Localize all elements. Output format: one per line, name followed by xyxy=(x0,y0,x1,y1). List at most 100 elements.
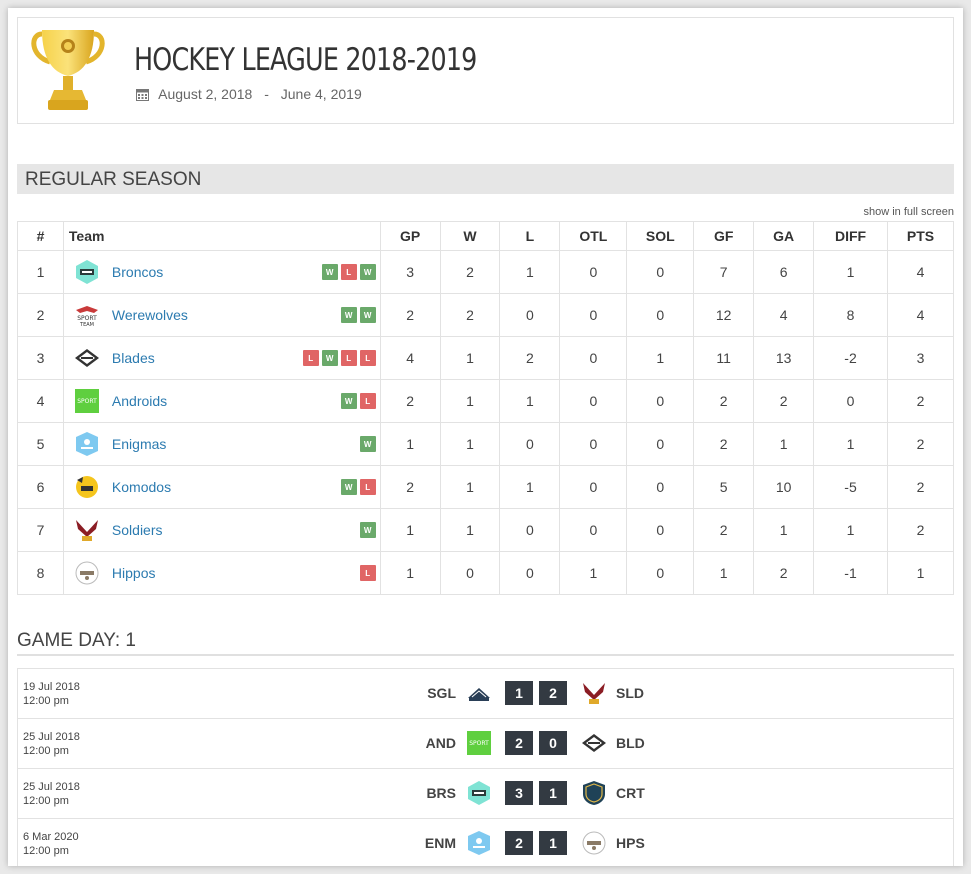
table-row: 1 Broncos W L W 3 2 1 0 0 7 6 1 4 xyxy=(17,250,955,294)
col-header: GF xyxy=(693,221,755,251)
col-header: GP xyxy=(379,221,441,251)
team-cell: Soldiers W xyxy=(62,508,381,552)
form-badge: W xyxy=(340,393,357,409)
stat-otl: 0 xyxy=(559,422,628,466)
stat-gf: 12 xyxy=(693,293,755,337)
stat-diff: 1 xyxy=(813,422,888,466)
rank-cell: 4 xyxy=(17,379,64,423)
stat-pts: 4 xyxy=(886,250,955,294)
team-logo-icon xyxy=(74,349,99,367)
rank-cell: 5 xyxy=(17,422,64,466)
rank-cell: 2 xyxy=(17,293,64,337)
league-card: HOCKEY LEAGUE 2018-2019 August 2, 2018 -… xyxy=(8,8,963,866)
stat-gf: 2 xyxy=(693,508,755,552)
stat-w: 0 xyxy=(439,551,501,595)
away-team-logo-icon xyxy=(582,734,606,752)
home-team-logo-icon xyxy=(468,781,490,805)
stat-gp: 2 xyxy=(379,293,441,337)
away-score: 1 xyxy=(539,831,567,855)
svg-text:TEAM: TEAM xyxy=(79,322,94,328)
form-badge: W xyxy=(321,350,338,366)
team-link[interactable]: Androids xyxy=(112,393,341,409)
stat-gp: 1 xyxy=(379,551,441,595)
section-title: REGULAR SEASON xyxy=(17,164,954,194)
game-date: 19 Jul 2018 xyxy=(23,681,80,693)
team-logo-icon: SPORTTEAM xyxy=(75,306,98,328)
home-team-logo-icon xyxy=(468,831,490,855)
rank-cell: 3 xyxy=(17,336,64,380)
stat-otl: 1 xyxy=(559,551,628,595)
stat-diff: 1 xyxy=(813,508,888,552)
col-header: W xyxy=(439,221,501,251)
stat-otl: 0 xyxy=(559,336,628,380)
game-date: 6 Mar 2020 xyxy=(23,831,79,843)
stat-otl: 0 xyxy=(559,379,628,423)
stat-sol: 0 xyxy=(626,551,695,595)
home-team-abbr: AND xyxy=(425,735,456,751)
stat-gf: 11 xyxy=(693,336,755,380)
team-logo-icon xyxy=(75,520,98,541)
stat-l: 1 xyxy=(499,465,561,509)
team-cell: Broncos W L W xyxy=(62,250,381,294)
away-score: 2 xyxy=(539,681,567,705)
stat-ga: 6 xyxy=(753,250,815,294)
team-link[interactable]: Broncos xyxy=(112,264,322,280)
team-link[interactable]: Blades xyxy=(112,350,303,366)
team-cell: Hippos L xyxy=(62,551,381,595)
col-header: SOL xyxy=(626,221,695,251)
stat-l: 0 xyxy=(499,508,561,552)
home-team-abbr: BRS xyxy=(426,785,456,801)
col-header: DIFF xyxy=(813,221,888,251)
stat-w: 1 xyxy=(439,379,501,423)
form-badge: W xyxy=(359,436,376,452)
stat-gp: 4 xyxy=(379,336,441,380)
stat-pts: 2 xyxy=(886,379,955,423)
stat-pts: 4 xyxy=(886,293,955,337)
stat-pts: 2 xyxy=(886,422,955,466)
team-link[interactable]: Soldiers xyxy=(112,522,360,538)
trophy-icon xyxy=(31,30,105,110)
team-link[interactable]: Enigmas xyxy=(112,436,360,452)
game-row[interactable]: 25 Jul 2018 12:00 pm AND SPORT 2 0 BLD xyxy=(18,719,953,769)
season-dates: August 2, 2018 - June 4, 2019 xyxy=(136,86,362,102)
form-badge: L xyxy=(302,350,319,366)
game-time: 12:00 pm xyxy=(23,795,69,807)
team-link[interactable]: Hippos xyxy=(112,565,360,581)
team-link[interactable]: Komodos xyxy=(112,479,341,495)
table-row: 8 Hippos L 1 0 0 1 0 1 2 -1 1 xyxy=(17,551,955,595)
form-badge: W xyxy=(321,264,338,280)
stat-sol: 0 xyxy=(626,250,695,294)
team-logo-icon xyxy=(75,260,98,284)
home-score: 1 xyxy=(505,681,533,705)
stat-pts: 3 xyxy=(886,336,955,380)
stat-l: 0 xyxy=(499,293,561,337)
game-date: 25 Jul 2018 xyxy=(23,781,80,793)
form-badges: WW xyxy=(340,307,376,323)
away-team-logo-icon xyxy=(582,831,606,855)
away-team-abbr: SLD xyxy=(616,685,644,701)
game-row[interactable]: 6 Mar 2020 12:00 pm ENM 2 1 HPS xyxy=(18,819,953,866)
team-logo-icon: SPORT xyxy=(74,389,99,413)
col-header: GA xyxy=(753,221,815,251)
form-badge: L xyxy=(359,479,376,495)
away-score: 0 xyxy=(539,731,567,755)
rank-cell: 7 xyxy=(17,508,64,552)
stat-sol: 0 xyxy=(626,465,695,509)
form-badges: L xyxy=(359,565,376,581)
form-badge: W xyxy=(340,479,357,495)
form-badge: L xyxy=(340,350,357,366)
form-badge: W xyxy=(359,264,376,280)
team-link[interactable]: Werewolves xyxy=(112,307,341,323)
fullscreen-link[interactable]: show in full screen xyxy=(864,206,955,218)
stat-ga: 2 xyxy=(753,551,815,595)
stat-pts: 1 xyxy=(886,551,955,595)
away-team-logo-icon xyxy=(583,683,605,704)
stat-w: 1 xyxy=(439,422,501,466)
games-list: 19 Jul 2018 12:00 pm SGL 1 2 SLD 25 Jul 2018 12… xyxy=(17,668,954,866)
form-badges: WL xyxy=(340,393,376,409)
game-row[interactable]: 19 Jul 2018 12:00 pm SGL 1 2 SLD xyxy=(18,669,953,719)
stat-diff: -1 xyxy=(813,551,888,595)
game-row[interactable]: 25 Jul 2018 12:00 pm BRS 3 1 CRT xyxy=(18,769,953,819)
stat-otl: 0 xyxy=(559,293,628,337)
game-time: 12:00 pm xyxy=(23,845,69,857)
